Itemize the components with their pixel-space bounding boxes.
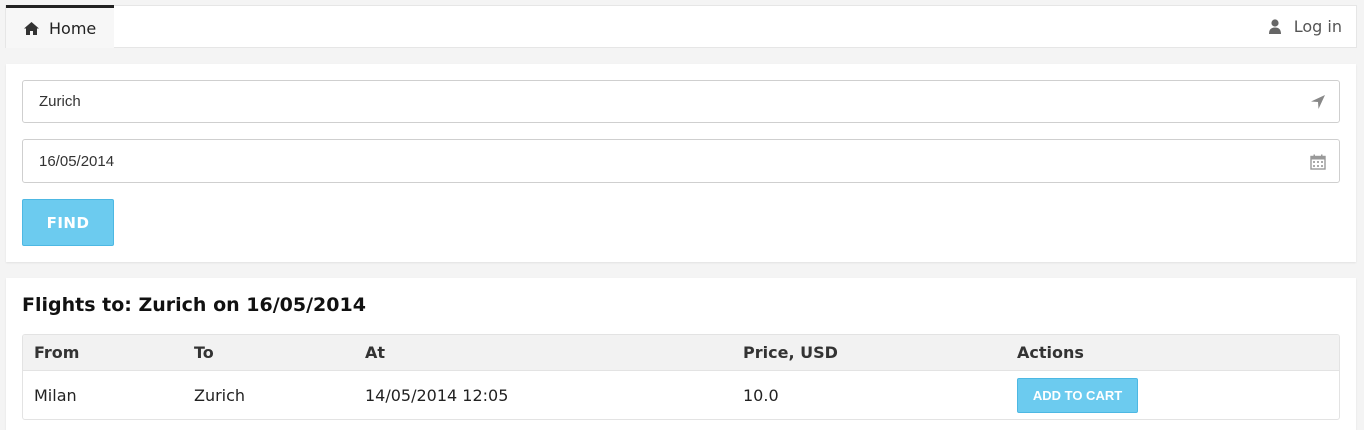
- date-field: [22, 139, 1340, 183]
- destination-field: [22, 80, 1340, 123]
- column-header-price: Price, USD: [743, 343, 838, 362]
- calendar-icon[interactable]: [1310, 154, 1326, 170]
- results-panel: Flights to: Zurich on 16/05/2014 From To…: [6, 278, 1356, 430]
- nav-login-label: Log in: [1293, 17, 1342, 36]
- search-panel: FIND: [6, 64, 1356, 262]
- column-header-to: To: [194, 343, 214, 362]
- column-header-from: From: [34, 343, 80, 362]
- table-header: From To At Price, USD Actions: [23, 335, 1339, 371]
- nav-home-link[interactable]: Home: [6, 5, 114, 48]
- column-header-actions: Actions: [1017, 343, 1084, 362]
- home-icon: [24, 21, 39, 35]
- column-header-at: At: [365, 343, 386, 362]
- destination-input[interactable]: [23, 81, 1339, 122]
- date-input[interactable]: [23, 140, 1339, 182]
- results-title: Flights to: Zurich on 16/05/2014: [22, 294, 366, 316]
- location-arrow-icon: [1311, 95, 1325, 109]
- nav-login-link[interactable]: Log in: [1268, 6, 1342, 47]
- cell-to: Zurich: [194, 386, 246, 405]
- user-icon: [1268, 19, 1281, 34]
- cell-from: Milan: [34, 386, 77, 405]
- nav-home-label: Home: [49, 18, 97, 38]
- cell-at: 14/05/2014 12:05: [365, 386, 509, 405]
- table-row: Milan Zurich 14/05/2014 12:05 10.0 ADD T…: [23, 371, 1339, 419]
- find-button[interactable]: FIND: [22, 199, 114, 246]
- top-navbar: Home Log in: [5, 5, 1357, 48]
- add-to-cart-button[interactable]: ADD TO CART: [1017, 378, 1138, 413]
- flights-table: From To At Price, USD Actions Milan Zuri…: [22, 334, 1340, 420]
- cell-price: 10.0: [743, 386, 779, 405]
